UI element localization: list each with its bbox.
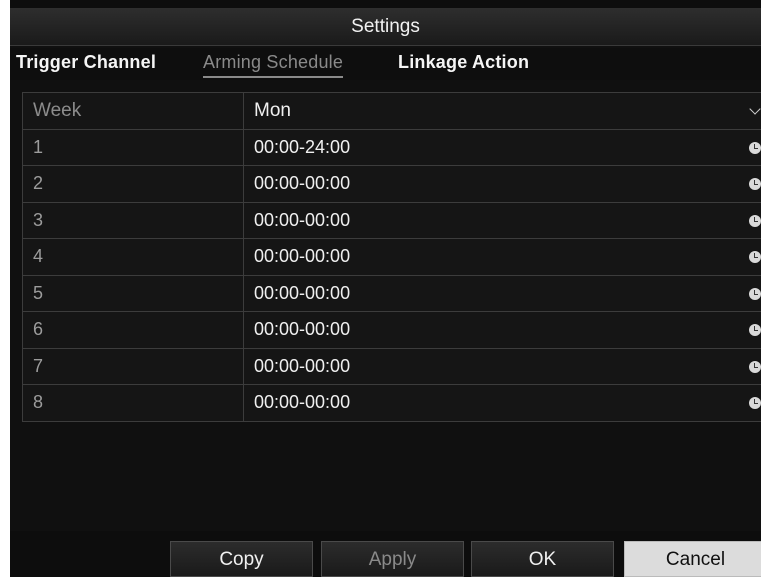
tab-linkage-action[interactable]: Linkage Action xyxy=(398,52,529,73)
cancel-button[interactable]: Cancel xyxy=(624,541,761,577)
clock-icon[interactable] xyxy=(749,141,761,154)
tab-trigger-channel[interactable]: Trigger Channel xyxy=(16,52,156,73)
week-row: Week Mon xyxy=(22,93,761,130)
schedule-row: 8 00:00-00:00 xyxy=(22,385,761,422)
period-time-field[interactable]: 00:00-00:00 xyxy=(244,349,761,385)
copy-button[interactable]: Copy xyxy=(170,541,313,577)
dialog-title: Settings xyxy=(10,8,761,46)
period-index: 3 xyxy=(22,202,244,238)
week-select-value: Mon xyxy=(254,100,291,121)
period-time-field[interactable]: 00:00-00:00 xyxy=(244,239,761,275)
clock-icon[interactable] xyxy=(749,397,761,409)
tab-arming-schedule[interactable]: Arming Schedule xyxy=(203,52,344,78)
clock-icon[interactable] xyxy=(749,214,761,227)
clock-icon[interactable] xyxy=(749,360,761,373)
schedule-row: 7 00:00-00:00 xyxy=(22,348,761,385)
period-time-value: 00:00-00:00 xyxy=(254,209,351,230)
period-time-value: 00:00-00:00 xyxy=(254,392,351,412)
clock-icon[interactable] xyxy=(749,178,761,190)
active-tab-underline xyxy=(203,76,344,78)
period-index: 7 xyxy=(22,348,244,384)
ok-button[interactable]: OK xyxy=(471,541,614,577)
period-time-value: 00:00-24:00 xyxy=(254,136,351,157)
period-time-value: 00:00-00:00 xyxy=(254,355,351,376)
period-index: 2 xyxy=(22,166,244,202)
tab-arming-schedule-label: Arming Schedule xyxy=(203,52,344,72)
dialog-footer: Copy Apply OK Cancel xyxy=(10,531,761,577)
schedule-row: 2 00:00-00:00 xyxy=(22,166,761,203)
tab-bar: Trigger Channel Arming Schedule Linkage … xyxy=(10,48,761,80)
period-time-field[interactable]: 00:00-00:00 xyxy=(244,312,761,348)
clock-icon[interactable] xyxy=(749,287,761,300)
period-index: 4 xyxy=(22,239,244,275)
schedule-row: 1 00:00-24:00 xyxy=(22,129,761,166)
period-index: 5 xyxy=(22,275,244,311)
period-time-value: 00:00-00:00 xyxy=(254,319,351,339)
period-time-field[interactable]: 00:00-00:00 xyxy=(244,385,761,421)
week-select[interactable]: Mon xyxy=(244,93,761,129)
period-time-value: 00:00-00:00 xyxy=(254,282,351,303)
clock-icon[interactable] xyxy=(749,324,761,336)
period-index: 6 xyxy=(22,312,244,348)
schedule-row: 3 00:00-00:00 xyxy=(22,202,761,239)
schedule-row: 5 00:00-00:00 xyxy=(22,275,761,312)
period-time-value: 00:00-00:00 xyxy=(254,246,351,266)
clock-icon[interactable] xyxy=(749,251,761,263)
schedule-row: 4 00:00-00:00 xyxy=(22,239,761,276)
period-time-field[interactable]: 00:00-00:00 xyxy=(244,203,761,239)
period-time-value: 00:00-00:00 xyxy=(254,173,351,193)
period-index: 8 xyxy=(22,385,244,421)
period-time-field[interactable]: 00:00-24:00 xyxy=(244,130,761,166)
week-label: Week xyxy=(22,93,244,129)
apply-button[interactable]: Apply xyxy=(321,541,464,577)
period-time-field[interactable]: 00:00-00:00 xyxy=(244,276,761,312)
period-index: 1 xyxy=(22,129,244,165)
period-time-field[interactable]: 00:00-00:00 xyxy=(244,166,761,202)
schedule-row: 6 00:00-00:00 xyxy=(22,312,761,349)
schedule-table: Week Mon 1 00:00-24:00 2 00:00-00:00 3 0… xyxy=(22,92,761,422)
chevron-down-icon[interactable] xyxy=(749,103,761,115)
